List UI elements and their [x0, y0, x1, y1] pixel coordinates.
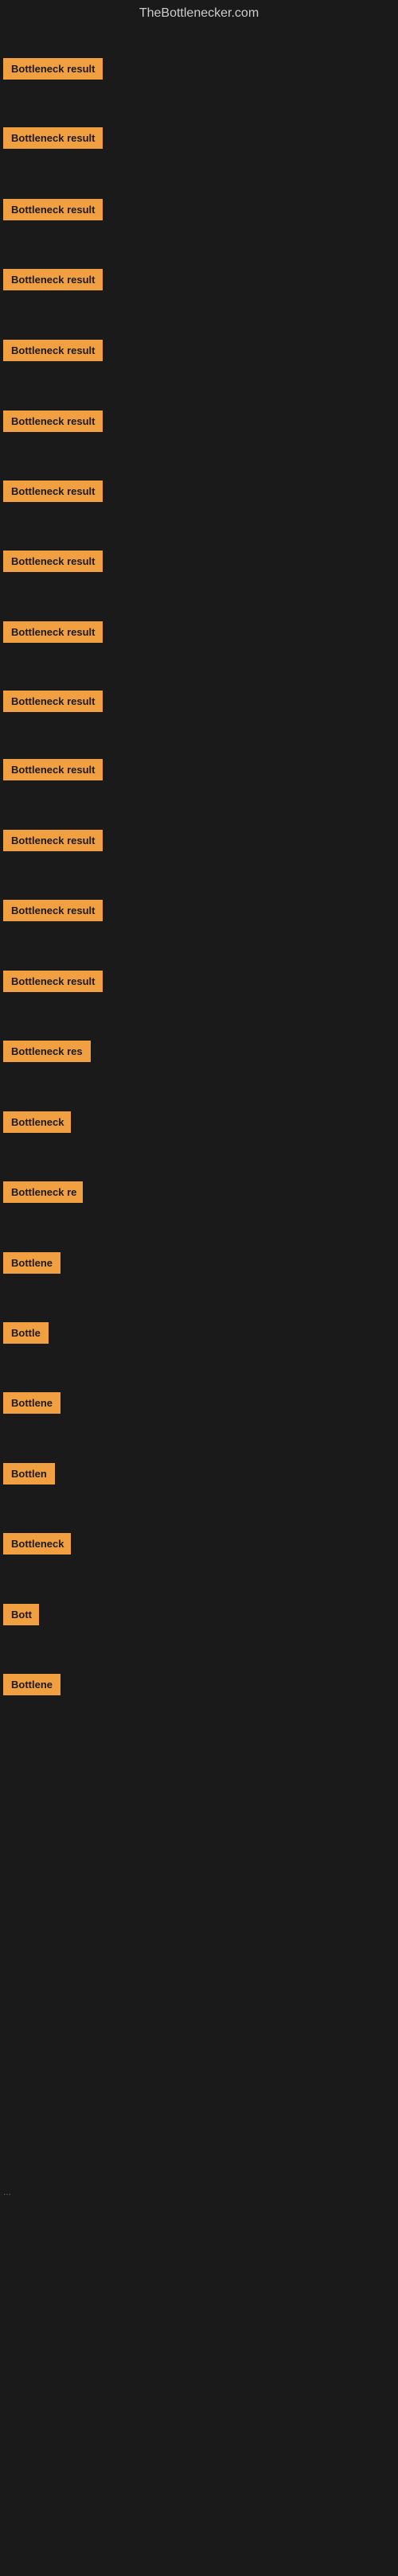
- list-item: Bottleneck result: [0, 823, 398, 862]
- list-item: Bottlene: [0, 1386, 398, 1424]
- list-item: Bottlene: [0, 1667, 398, 1706]
- list-item: Bottlene: [0, 1246, 398, 1284]
- list-item: Bottleneck result: [0, 404, 398, 442]
- bottleneck-badge: Bottleneck result: [3, 691, 103, 712]
- list-item: Bottleneck result: [0, 615, 398, 653]
- list-item: Bottleneck re: [0, 1175, 398, 1213]
- bottleneck-badge: Bottleneck result: [3, 900, 103, 921]
- bottleneck-badge: Bottleneck: [3, 1111, 71, 1133]
- list-item: Bottleneck result: [0, 753, 398, 791]
- bottleneck-badge: Bottleneck res: [3, 1041, 91, 1062]
- list-item: Bottleneck result: [0, 544, 398, 582]
- bottleneck-badge: Bottleneck result: [3, 127, 103, 149]
- bottleneck-badge: Bottleneck result: [3, 481, 103, 502]
- list-item: Bottleneck: [0, 1527, 398, 1565]
- list-item: Bottleneck result: [0, 193, 398, 231]
- bottleneck-badge: Bottleneck: [3, 1533, 71, 1555]
- bottleneck-badge: Bottleneck result: [3, 830, 103, 851]
- list-item: Bottleneck res: [0, 1034, 398, 1072]
- list-item: Bottleneck result: [0, 684, 398, 722]
- bottleneck-badge: Bottleneck result: [3, 621, 103, 643]
- list-item: Bottleneck result: [0, 893, 398, 932]
- bottleneck-badge: Bottlene: [3, 1674, 60, 1695]
- bottleneck-badge: Bottlene: [3, 1392, 60, 1414]
- list-item: Bottleneck result: [0, 964, 398, 1002]
- bottleneck-badge: Bottleneck result: [3, 551, 103, 572]
- list-item: Bottle: [0, 1316, 398, 1354]
- list-item: Bottleneck result: [0, 52, 398, 90]
- bottleneck-badge: Bottleneck re: [3, 1181, 83, 1203]
- list-item: Bottleneck result: [0, 474, 398, 512]
- bottleneck-badge: Bottleneck result: [3, 971, 103, 992]
- list-item: Bottleneck result: [0, 333, 398, 372]
- site-title: TheBottlenecker.com: [0, 0, 398, 30]
- bottleneck-badge: Bottlen: [3, 1463, 55, 1485]
- bottleneck-badge: Bottlene: [3, 1252, 60, 1274]
- dots-indicator: ...: [3, 2186, 11, 2197]
- list-item: Bottleneck: [0, 1105, 398, 1143]
- bottleneck-badge: Bottleneck result: [3, 411, 103, 432]
- bottleneck-badge: Bottleneck result: [3, 340, 103, 361]
- list-item: Bottlen: [0, 1457, 398, 1495]
- list-item: Bott: [0, 1597, 398, 1636]
- bottleneck-badge: Bottle: [3, 1322, 49, 1344]
- bottleneck-badge: Bott: [3, 1604, 39, 1625]
- list-item: Bottleneck result: [0, 121, 398, 159]
- bottleneck-badge: Bottleneck result: [3, 759, 103, 780]
- bottleneck-badge: Bottleneck result: [3, 58, 103, 80]
- bottleneck-badge: Bottleneck result: [3, 269, 103, 290]
- list-item: Bottleneck result: [0, 263, 398, 301]
- bottleneck-badge: Bottleneck result: [3, 199, 103, 220]
